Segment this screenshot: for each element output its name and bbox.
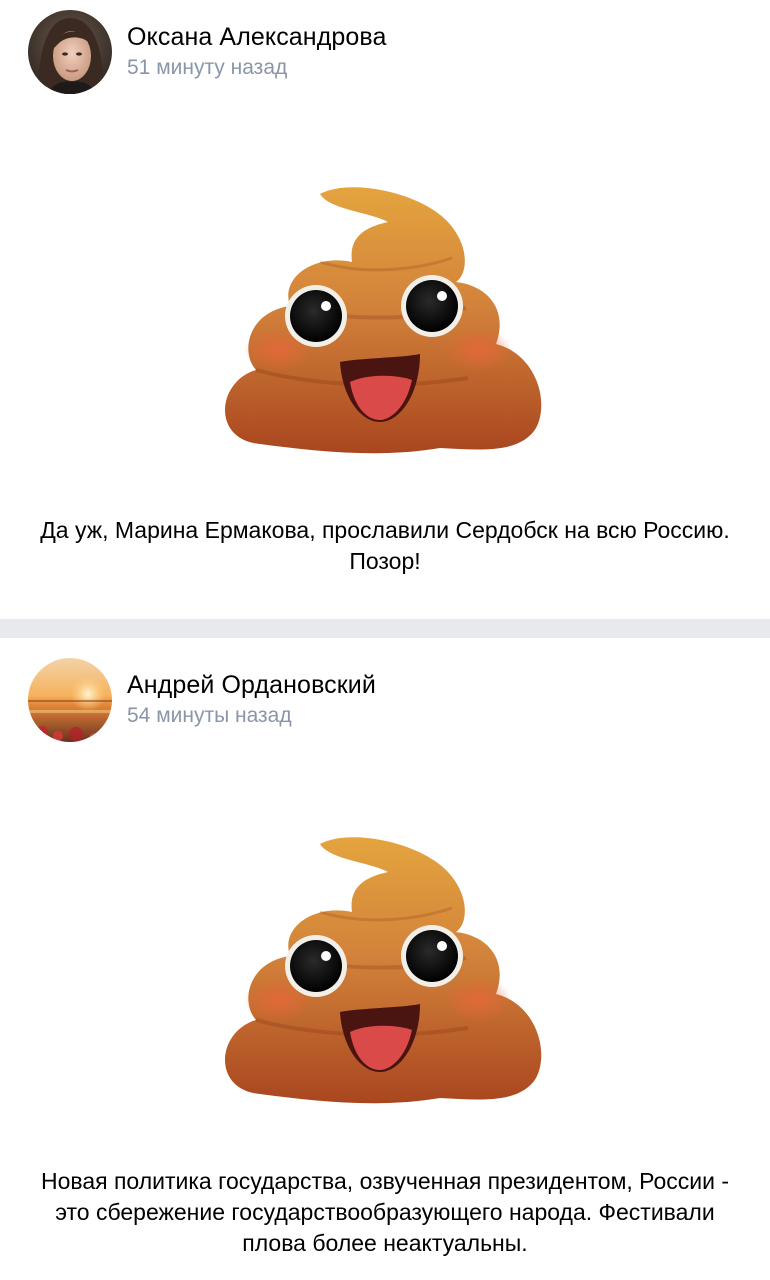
avatar[interactable] [28, 658, 112, 742]
pile-of-poo-icon [220, 182, 552, 462]
comment-header: Андрей Ордановский 54 минуты назад [28, 658, 376, 742]
comment-feed: Оксана Александрова 51 минуту назад Да у… [0, 0, 770, 1280]
comment-header: Оксана Александрова 51 минуту назад [28, 10, 387, 94]
sunset-sea-avatar-icon [28, 658, 112, 742]
pile-of-poo-icon [220, 832, 552, 1112]
author-name[interactable]: Оксана Александрова [127, 21, 387, 53]
post-divider [0, 619, 770, 638]
timestamp[interactable]: 54 минуты назад [127, 701, 376, 731]
comment-post: Оксана Александрова 51 минуту назад Да у… [0, 0, 770, 619]
comment-text: Да уж, Марина Ермакова, прославили Сердо… [40, 517, 730, 574]
woman-portrait-avatar-icon [28, 10, 112, 94]
comment-text: Новая политика государства, озвученная п… [40, 1168, 730, 1256]
comment-post: Андрей Ордановский 54 минуты назад Новая… [0, 638, 770, 1280]
timestamp[interactable]: 51 минуту назад [127, 53, 387, 83]
avatar[interactable] [28, 10, 112, 94]
author-name[interactable]: Андрей Ордановский [127, 669, 376, 701]
